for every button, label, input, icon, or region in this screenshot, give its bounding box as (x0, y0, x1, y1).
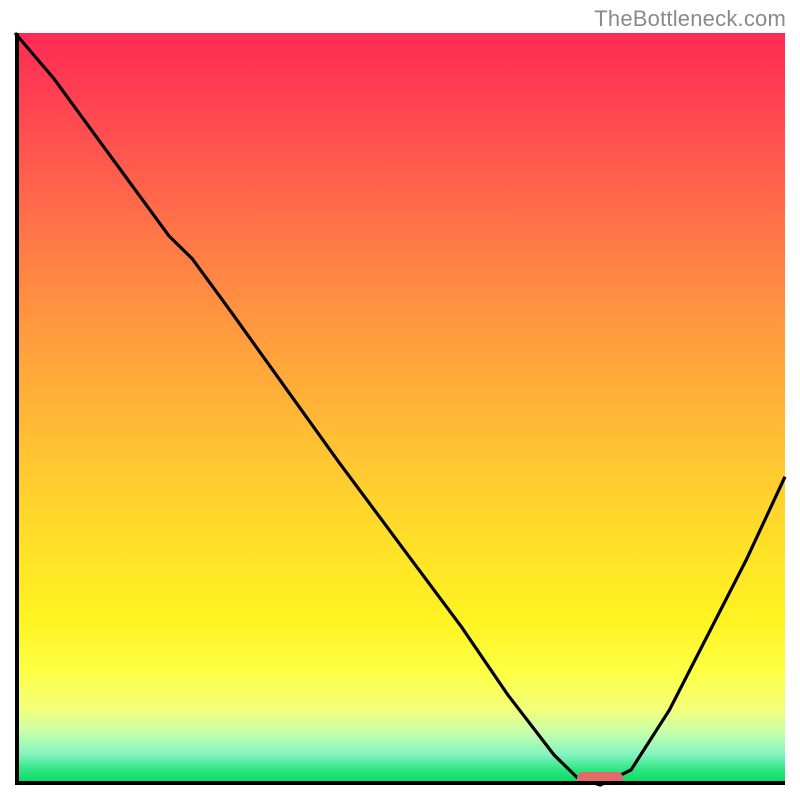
bottleneck-curve (15, 33, 785, 785)
chart-frame: TheBottleneck.com (0, 0, 800, 800)
optimal-marker (577, 772, 623, 784)
watermark-label: TheBottleneck.com (594, 6, 786, 32)
